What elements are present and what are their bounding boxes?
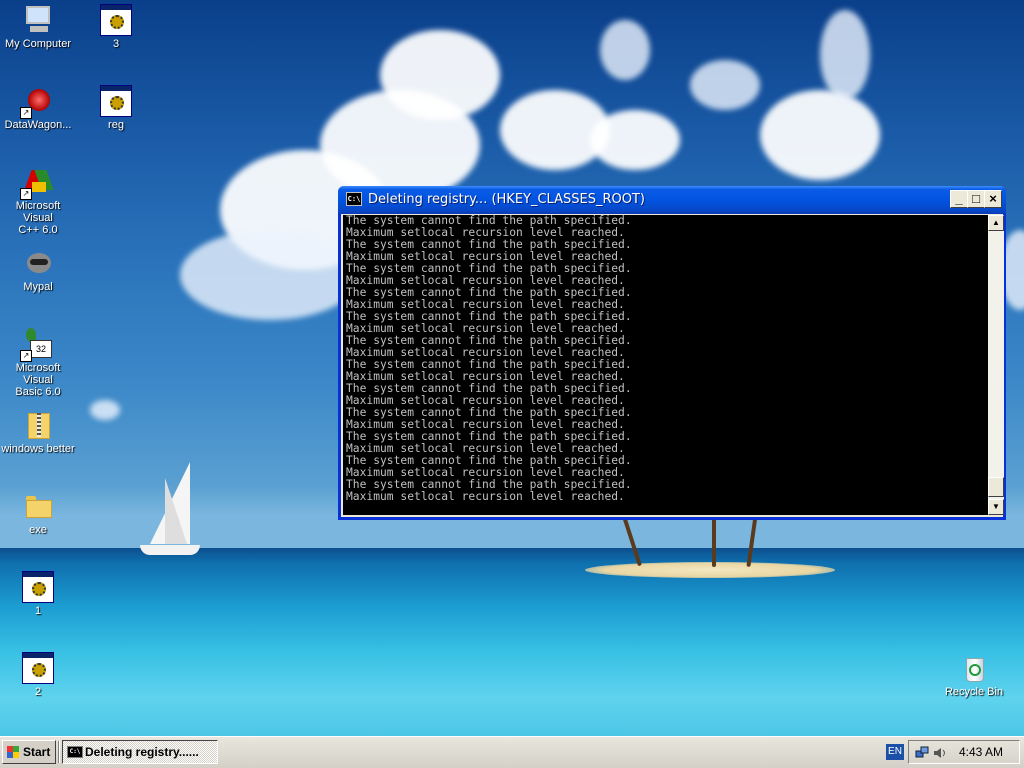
wallpaper-cloud [820, 10, 870, 100]
wallpaper-cloud [690, 60, 760, 110]
wallpaper-cloud [760, 90, 880, 180]
window-title: Deleting registry... (HKEY_CLASSES_ROOT) [368, 192, 645, 207]
recycle-bin-icon [958, 652, 990, 684]
system-tray: 4:43 AM [908, 740, 1020, 764]
wallpaper-sea [0, 548, 1024, 736]
wallpaper-cloud [600, 20, 650, 80]
wallpaper-palm [712, 515, 716, 567]
computer-icon [22, 4, 54, 36]
visual-cpp-icon: ↗ [20, 166, 54, 200]
desktop-icon-2[interactable]: 2 [0, 652, 76, 698]
desktop-icon-visual-basic[interactable]: 32 ↗ Microsoft Visual Basic 6.0 [0, 328, 76, 398]
desktop-icon-label: My Computer [4, 38, 72, 50]
network-icon[interactable] [915, 746, 929, 760]
desktop-icon-label: Microsoft Visual [15, 200, 61, 224]
language-indicator[interactable]: EN [886, 744, 904, 760]
zip-folder-icon [22, 409, 54, 441]
wallpaper-sail [165, 478, 187, 544]
start-button[interactable]: Start [2, 740, 56, 764]
taskbar: Start C:\ Deleting registry...... EN 4:4… [0, 736, 1024, 768]
desktop-icon-label: reg [108, 119, 124, 131]
maximize-button[interactable]: □ [967, 190, 985, 208]
clock[interactable]: 4:43 AM [959, 741, 1003, 763]
desktop-icon-label: C++ 6.0 [18, 224, 58, 236]
folder-icon [22, 490, 54, 522]
close-button[interactable]: × [984, 190, 1002, 208]
desktop-icon-reg[interactable]: reg [78, 85, 154, 131]
scroll-up-button[interactable]: ▲ [988, 215, 1004, 231]
console-window[interactable]: C:\ Deleting registry... (HKEY_CLASSES_R… [338, 186, 1006, 520]
scroll-down-button[interactable]: ▼ [988, 499, 1004, 515]
wallpaper-cloud [90, 400, 120, 420]
wallpaper-island [585, 562, 835, 578]
desktop-icon-label: 1 [34, 605, 42, 617]
desktop-icon-datawagon[interactable]: ↗ DataWagon... [0, 85, 76, 131]
desktop-icon-my-computer[interactable]: My Computer [0, 4, 76, 50]
desktop-icon-label: exe [29, 524, 47, 536]
desktop-icon-3[interactable]: 3 [78, 4, 154, 50]
application-icon [100, 4, 132, 36]
desktop-icon-label: DataWagon... [4, 119, 72, 131]
sound-icon[interactable] [933, 746, 947, 760]
desktop-icon-label: windows better [1, 443, 75, 455]
taskbar-button-console[interactable]: C:\ Deleting registry...... [62, 740, 218, 764]
visual-basic-icon: 32 ↗ [20, 328, 54, 362]
desktop-icon-windows-better[interactable]: windows better [0, 409, 76, 455]
taskbar-separator [58, 741, 60, 763]
windows-flag-icon [7, 746, 19, 758]
desktop-icon-label: Mypal [23, 281, 53, 293]
datawagon-icon: ↗ [20, 85, 54, 119]
desktop-icon-visual-cpp[interactable]: ↗ Microsoft Visual C++ 6.0 [0, 166, 76, 236]
console-icon: C:\ [67, 746, 83, 758]
desktop-icon-mypal[interactable]: Mypal [0, 247, 76, 293]
application-icon [100, 85, 132, 117]
desktop[interactable]: My Computer 3 ↗ DataWagon... reg ↗ Micro… [0, 0, 1024, 736]
vertical-scrollbar[interactable]: ▲ ▼ [988, 215, 1004, 515]
desktop-icon-recycle-bin[interactable]: Recycle Bin [936, 652, 1012, 698]
desktop-icon-label: Recycle Bin [944, 686, 1004, 698]
desktop-icon-label: 2 [34, 686, 42, 698]
window-titlebar[interactable]: C:\ Deleting registry... (HKEY_CLASSES_R… [338, 186, 1006, 214]
application-icon [22, 571, 54, 603]
scrollbar-thumb[interactable] [988, 477, 1004, 497]
mypal-icon [22, 247, 54, 279]
desktop-icon-exe[interactable]: exe [0, 490, 76, 536]
desktop-icon-label: Microsoft Visual [15, 362, 61, 386]
wallpaper-cloud [590, 110, 680, 170]
console-output[interactable]: The system cannot find the path specifie… [343, 215, 988, 515]
taskbar-button-label: Deleting registry...... [85, 745, 199, 759]
console-icon[interactable]: C:\ [346, 192, 362, 206]
desktop-icon-1[interactable]: 1 [0, 571, 76, 617]
desktop-icon-label: Basic 6.0 [15, 386, 61, 398]
desktop-icon-label: 3 [112, 38, 120, 50]
minimize-button[interactable]: _ [950, 190, 968, 208]
wallpaper-cloud [180, 230, 360, 320]
start-label: Start [23, 745, 51, 759]
wallpaper-boat [140, 545, 200, 555]
console-line: Maximum setlocal recursion level reached… [346, 490, 625, 503]
application-icon [22, 652, 54, 684]
